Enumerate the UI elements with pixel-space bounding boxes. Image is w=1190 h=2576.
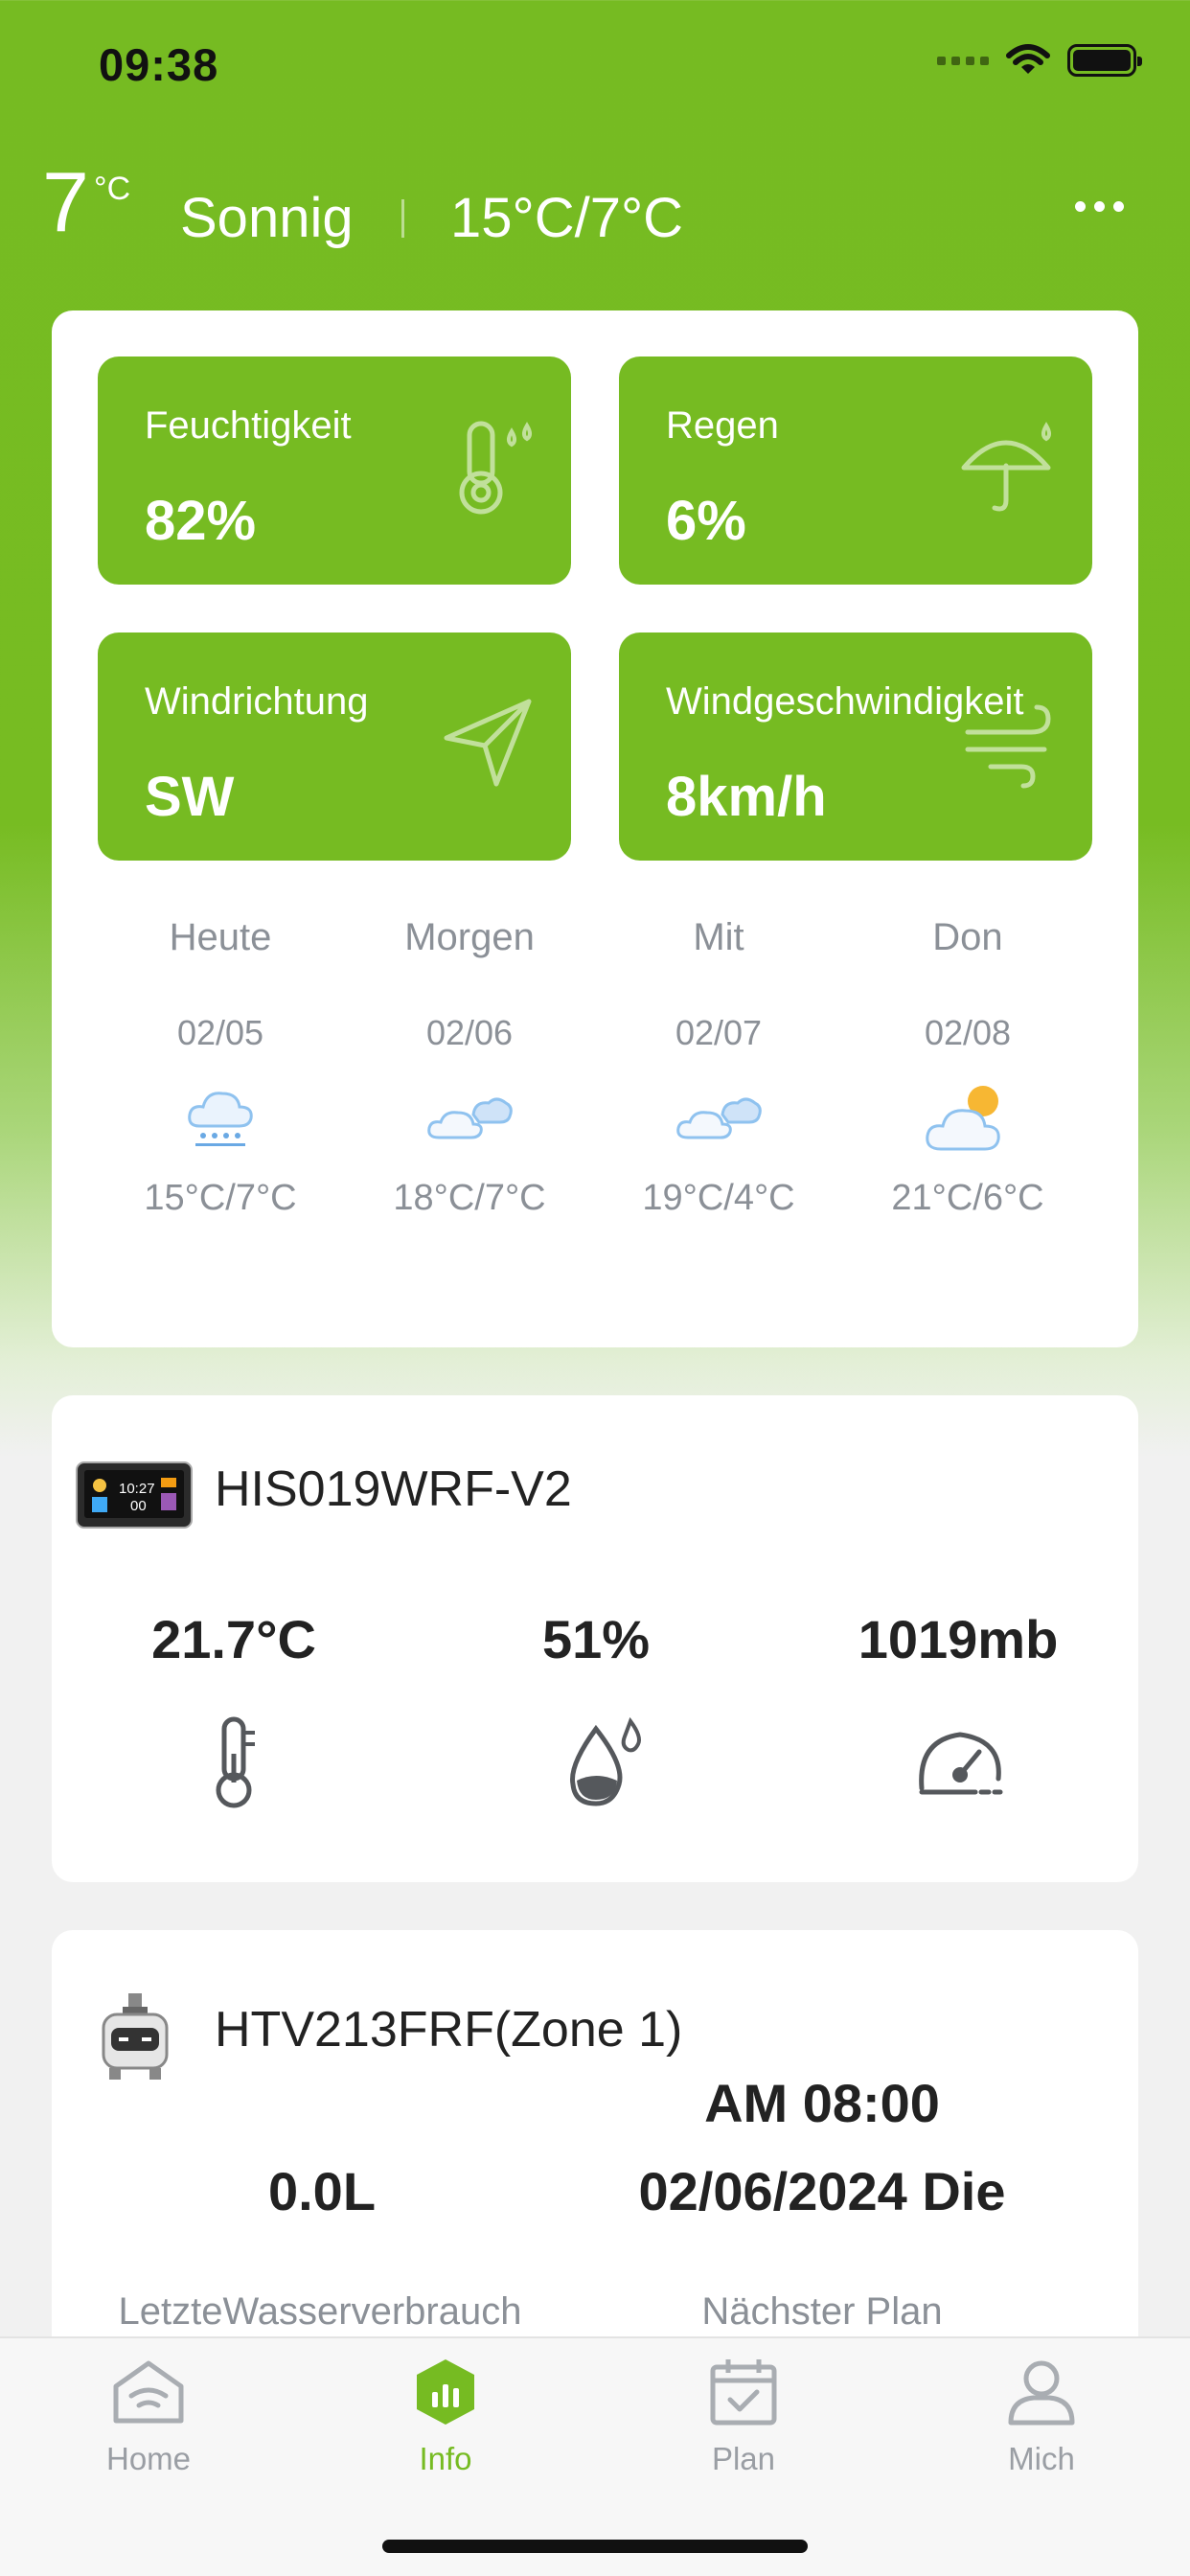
navigation-arrow-icon <box>444 699 532 787</box>
wind-direction-tile[interactable]: Windrichtung SW <box>98 632 571 861</box>
wind-speed-tile[interactable]: Windgeschwindigkeit 8km/h <box>619 632 1092 861</box>
wifi-icon <box>1006 44 1050 74</box>
next-plan-date: 02/06/2024 Die <box>638 2161 1006 2221</box>
partly-sunny-icon <box>926 1086 1000 1151</box>
tile-label: Windrichtung <box>145 680 369 723</box>
nav-label: Home <box>105 2441 192 2476</box>
forecast-day[interactable]: Mit 02/07 19°C/4°C <box>604 916 834 1219</box>
device-name: HTV213FRF(Zone 1) <box>215 2002 683 2058</box>
humidity-tile[interactable]: Feuchtigkeit 82% <box>98 356 571 585</box>
device-temperature: 21.7°C <box>151 1609 316 1669</box>
pressure-gauge-icon <box>919 1732 1003 1795</box>
weather-condition: Sonnig <box>180 187 354 249</box>
tile-value: 82% <box>145 490 257 552</box>
weather-station-device-icon: 10:27 00 <box>76 1461 193 1529</box>
nav-item-home[interactable]: Home <box>53 2358 244 2477</box>
forecast-day-name: Mit <box>693 916 744 958</box>
tile-label: Regen <box>666 404 779 447</box>
water-usage-label: LetzteWasserverbrauch <box>118 2290 522 2333</box>
thermometer-drops-icon <box>459 421 532 515</box>
forecast-day-name: Don <box>932 916 1003 958</box>
nav-item-mich[interactable]: Mich <box>946 2358 1137 2477</box>
forecast-range: 21°C/6°C <box>891 1178 1044 1218</box>
forecast-day[interactable]: Don 02/08 21°C/6°C <box>853 916 1083 1219</box>
temperature-range: 15°C/7°C <box>450 187 684 249</box>
nav-item-plan[interactable]: Plan <box>648 2358 839 2477</box>
nav-label: Plan <box>711 2441 776 2476</box>
rain-tile[interactable]: Regen 6% <box>619 356 1092 585</box>
home-icon <box>113 2360 184 2424</box>
snow-cloud-icon <box>188 1092 253 1146</box>
forecast-day[interactable]: Heute 02/05 15°C/7°C <box>105 916 335 1219</box>
device-card-weather-station[interactable]: 10:27 00 HIS019WRF-V2 21.7°C 51% 1019mb <box>52 1395 1138 1882</box>
current-temperature: 7 <box>42 154 89 249</box>
nav-item-info[interactable]: Info <box>350 2358 541 2477</box>
person-icon <box>1008 2360 1075 2426</box>
home-indicator <box>382 2540 808 2553</box>
device-pressure: 1019mb <box>858 1609 1059 1669</box>
calendar-icon <box>710 2359 777 2426</box>
water-usage-value: 0.0L <box>267 2161 377 2221</box>
nav-label: Mich <box>1008 2441 1075 2476</box>
forecast-day[interactable]: Morgen 02/06 18°C/7°C <box>355 916 584 1219</box>
cloudy-icon <box>676 1097 762 1139</box>
forecast-range: 15°C/7°C <box>144 1178 297 1218</box>
temperature-unit: °C <box>94 171 131 207</box>
forecast-date: 02/08 <box>924 1013 1012 1052</box>
battery-icon <box>1067 44 1142 77</box>
next-plan-time: AM 08:00 <box>704 2073 940 2133</box>
cloudy-icon <box>427 1097 513 1139</box>
water-drop-icon <box>570 1716 641 1806</box>
more-options-icon[interactable] <box>1075 201 1124 212</box>
tile-value: SW <box>145 766 235 828</box>
svg-text:00: 00 <box>130 1498 147 1514</box>
forecast-date: 02/05 <box>176 1013 264 1052</box>
nav-label: Info <box>419 2441 472 2476</box>
forecast-date: 02/06 <box>425 1013 514 1052</box>
status-time: 09:38 <box>99 39 219 90</box>
valve-device-icon <box>102 1993 169 2080</box>
thermometer-icon <box>216 1716 255 1808</box>
info-chart-icon <box>417 2359 474 2425</box>
tile-value: 8km/h <box>666 766 827 828</box>
forecast-date: 02/07 <box>675 1013 763 1052</box>
next-plan-label: Nächster Plan <box>701 2290 943 2333</box>
weather-card: Feuchtigkeit 82% Regen 6% Windrichtung S… <box>52 310 1138 1347</box>
header-divider <box>401 199 404 238</box>
device-humidity: 51% <box>541 1609 651 1669</box>
forecast-day-name: Heute <box>169 916 272 958</box>
svg-text:10:27: 10:27 <box>119 1481 155 1497</box>
forecast-day-name: Morgen <box>404 916 535 958</box>
wind-icon <box>965 704 1051 789</box>
signal-icon <box>937 56 989 65</box>
forecast-range: 18°C/7°C <box>393 1178 546 1218</box>
forecast-range: 19°C/4°C <box>642 1178 795 1218</box>
tile-label: Feuchtigkeit <box>145 404 352 447</box>
device-name: HIS019WRF-V2 <box>215 1461 572 1517</box>
umbrella-icon <box>961 422 1051 512</box>
tile-value: 6% <box>666 490 746 552</box>
